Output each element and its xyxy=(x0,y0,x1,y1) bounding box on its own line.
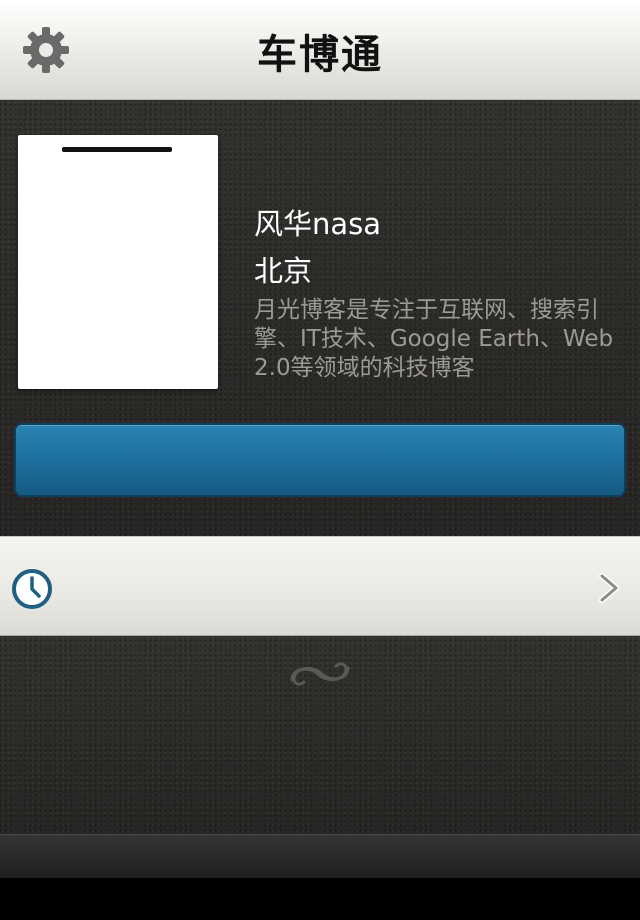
history-row[interactable] xyxy=(0,536,640,636)
clock-icon xyxy=(12,569,52,609)
action-button[interactable] xyxy=(14,423,626,497)
profile-section: 风华nasa 北京 月光博客是专注于互联网、搜索引擎、IT技术、Google E… xyxy=(0,100,640,536)
profile-description: 月光博客是专注于互联网、搜索引擎、IT技术、Google Earth、Web 2… xyxy=(254,297,614,381)
chevron-right-icon xyxy=(599,573,619,603)
bottom-bar xyxy=(0,878,640,920)
cover-divider xyxy=(62,147,172,152)
profile-city: 北京 xyxy=(254,254,313,288)
profile-name: 风华nasa xyxy=(254,207,382,241)
cover-image[interactable] xyxy=(18,135,218,389)
bottom-toolbar xyxy=(0,834,640,878)
flourish-icon xyxy=(290,662,350,686)
page-title: 车博通 xyxy=(257,32,383,78)
bottom-section xyxy=(0,636,640,834)
navigation-bar: 车博通 xyxy=(0,0,640,100)
